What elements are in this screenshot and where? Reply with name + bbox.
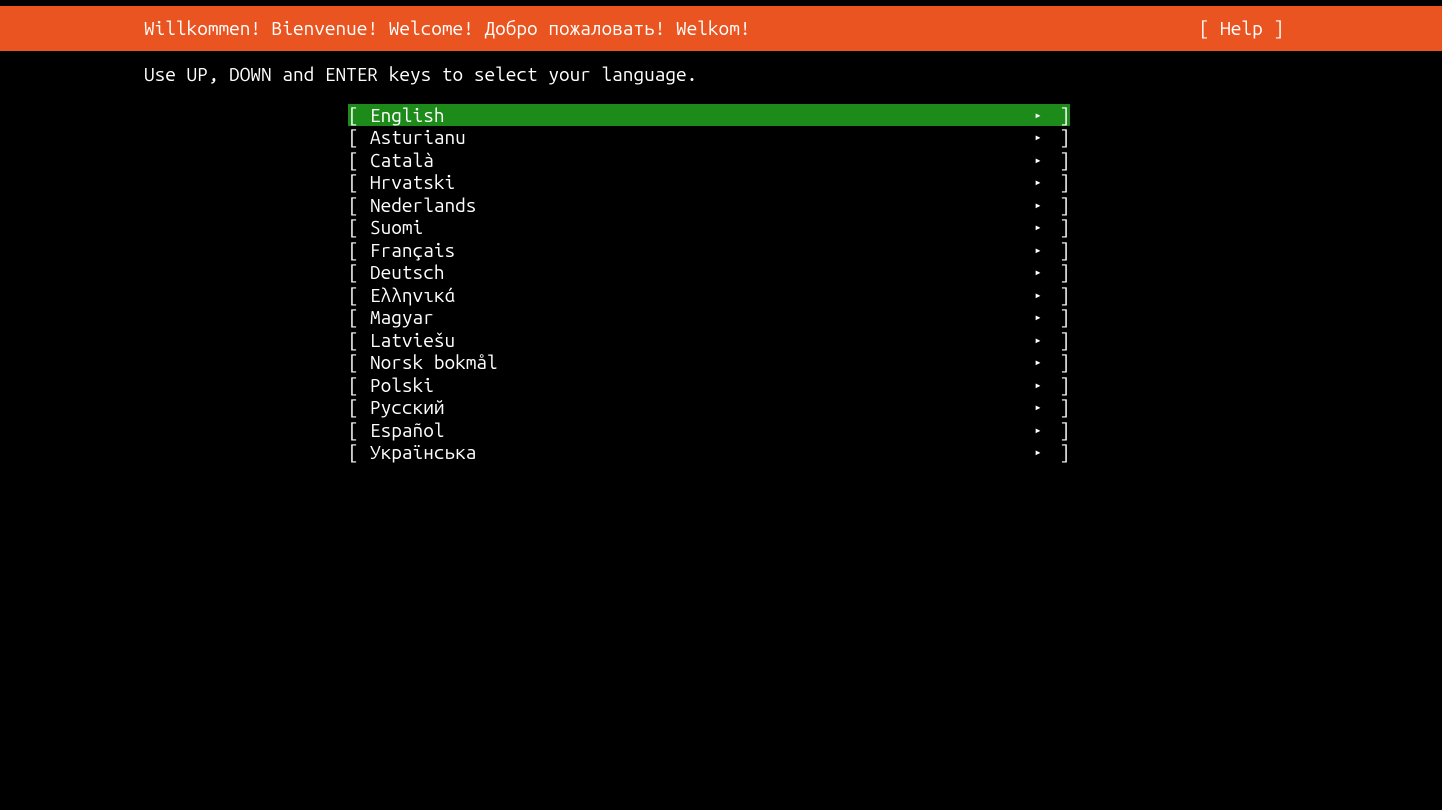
chevron-right-icon: ▸ [1028,285,1048,308]
chevron-right-icon: ▸ [1028,217,1048,240]
language-option[interactable]: [Polski▸] [0,374,1442,397]
language-label: Latviešu [370,329,1028,352]
bracket-open: [ [348,216,370,239]
bracket-close: ] [1048,351,1070,374]
language-label: Asturianu [370,126,1028,149]
language-option[interactable]: [English▸] [0,104,1442,127]
language-option[interactable]: [Ελληνικά▸] [0,284,1442,307]
bracket-open: [ [348,284,370,307]
bracket-open: [ [348,306,370,329]
bracket-close: ] [1048,216,1070,239]
help-button[interactable]: [ Help ] [1199,17,1284,40]
language-option[interactable]: [Suomi▸] [0,216,1442,239]
language-option[interactable]: [Français▸] [0,239,1442,262]
chevron-right-icon: ▸ [1028,397,1048,420]
chevron-right-icon: ▸ [1028,330,1048,353]
bracket-close: ] [1048,104,1070,127]
language-label: Norsk bokmål [370,351,1028,374]
bracket-close: ] [1048,419,1070,442]
language-label: English [370,104,1028,127]
language-label: Español [370,419,1028,442]
language-label: Deutsch [370,261,1028,284]
chevron-right-icon: ▸ [1028,262,1048,285]
chevron-right-icon: ▸ [1028,442,1048,465]
bracket-open: [ [348,104,370,127]
chevron-right-icon: ▸ [1028,172,1048,195]
language-option[interactable]: [Українська▸] [0,441,1442,464]
language-option[interactable]: [Magyar▸] [0,306,1442,329]
bracket-close: ] [1048,194,1070,217]
bracket-close: ] [1048,261,1070,284]
page-title: Willkommen! Bienvenue! Welcome! Добро по… [144,17,750,40]
chevron-right-icon: ▸ [1028,150,1048,173]
header-bar: Willkommen! Bienvenue! Welcome! Добро по… [0,6,1442,51]
bracket-open: [ [348,419,370,442]
language-option[interactable]: [Русский▸] [0,396,1442,419]
bracket-open: [ [348,194,370,217]
bracket-close: ] [1048,239,1070,262]
bracket-open: [ [348,171,370,194]
language-label: Русский [370,396,1028,419]
bracket-open: [ [348,351,370,374]
language-option[interactable]: [Català▸] [0,149,1442,172]
language-option[interactable]: [Español▸] [0,419,1442,442]
language-label: Ελληνικά [370,284,1028,307]
bracket-open: [ [348,374,370,397]
bracket-close: ] [1048,374,1070,397]
language-option[interactable]: [Asturianu▸] [0,126,1442,149]
language-label: Українська [370,441,1028,464]
language-label: Català [370,149,1028,172]
bracket-close: ] [1048,396,1070,419]
language-label: Magyar [370,306,1028,329]
language-label: Suomi [370,216,1028,239]
language-label: Hrvatski [370,171,1028,194]
chevron-right-icon: ▸ [1028,420,1048,443]
language-label: Nederlands [370,194,1028,217]
chevron-right-icon: ▸ [1028,127,1048,150]
bracket-open: [ [348,261,370,284]
bracket-close: ] [1048,441,1070,464]
language-option[interactable]: [Deutsch▸] [0,261,1442,284]
language-option[interactable]: [Norsk bokmål▸] [0,351,1442,374]
bracket-close: ] [1048,329,1070,352]
chevron-right-icon: ▸ [1028,105,1048,128]
language-label: Polski [370,374,1028,397]
language-list: [English▸][Asturianu▸][Català▸][Hrvatski… [0,104,1442,464]
language-option[interactable]: [Nederlands▸] [0,194,1442,217]
bracket-open: [ [348,441,370,464]
bracket-close: ] [1048,149,1070,172]
language-option[interactable]: [Latviešu▸] [0,329,1442,352]
bracket-open: [ [348,149,370,172]
chevron-right-icon: ▸ [1028,240,1048,263]
bracket-close: ] [1048,171,1070,194]
language-label: Français [370,239,1028,262]
bracket-open: [ [348,396,370,419]
bracket-open: [ [348,329,370,352]
chevron-right-icon: ▸ [1028,307,1048,330]
bracket-close: ] [1048,284,1070,307]
language-option[interactable]: [Hrvatski▸] [0,171,1442,194]
instruction-text: Use UP, DOWN and ENTER keys to select yo… [0,51,1442,86]
bracket-close: ] [1048,306,1070,329]
chevron-right-icon: ▸ [1028,375,1048,398]
bracket-close: ] [1048,126,1070,149]
chevron-right-icon: ▸ [1028,195,1048,218]
bracket-open: [ [348,126,370,149]
bracket-open: [ [348,239,370,262]
chevron-right-icon: ▸ [1028,352,1048,375]
